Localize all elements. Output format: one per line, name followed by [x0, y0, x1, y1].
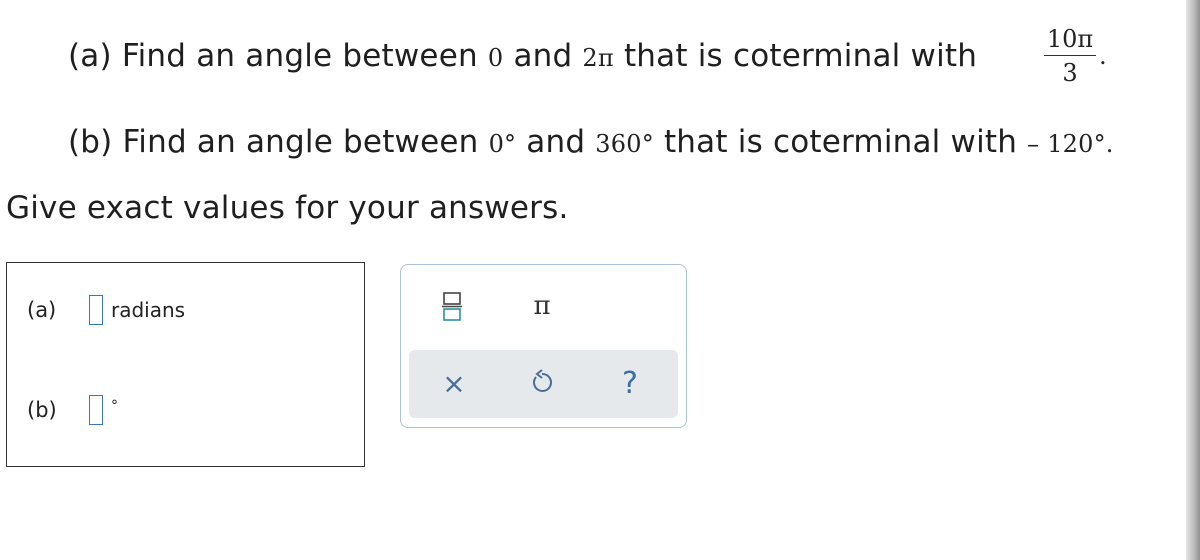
part-a-prefix: (a) Find an angle between	[68, 38, 478, 74]
math-toolbar: π × ?	[400, 264, 687, 428]
fraction-period: .	[1099, 42, 1107, 70]
part-b-value: – 120°.	[1027, 130, 1114, 158]
pi-button[interactable]: π	[517, 283, 567, 329]
answer-input-a[interactable]	[89, 295, 103, 325]
fraction-numerator: 10π	[1046, 25, 1094, 53]
answer-input-b[interactable]	[89, 395, 103, 425]
question-part-a: (a) Find an angle between 0 and 2π that …	[68, 38, 977, 74]
undo-button[interactable]	[517, 360, 567, 406]
part-b-suffix: that is coterminal with	[663, 124, 1018, 160]
part-b-prefix: (b) Find an angle between	[68, 124, 479, 160]
clear-button[interactable]: ×	[429, 360, 479, 406]
instruction-text: Give exact values for your answers.	[6, 190, 569, 226]
pi-icon: π	[533, 291, 551, 321]
part-b-high: 360°	[595, 130, 654, 158]
coterminal-fraction: 10π 3	[1042, 25, 1098, 87]
answer-box: (a) radians (b) °	[6, 262, 365, 467]
help-icon: ?	[622, 365, 638, 401]
question-part-b: (b) Find an angle between 0° and 360° th…	[68, 124, 1114, 160]
undo-icon	[533, 369, 552, 392]
answer-unit-b: °	[111, 398, 118, 414]
part-b-low: 0°	[488, 130, 517, 158]
answer-unit-a: radians	[111, 298, 186, 322]
part-a-suffix: that is coterminal with	[623, 38, 978, 74]
part-a-low: 0	[487, 44, 504, 72]
fraction-icon	[442, 292, 462, 321]
answer-label-b: (b)	[27, 398, 57, 422]
toolbar-action-strip: × ?	[409, 350, 678, 418]
window-edge	[1186, 0, 1200, 560]
part-a-high: 2π	[582, 44, 614, 72]
clear-icon: ×	[442, 366, 466, 400]
fraction-bar	[1044, 55, 1096, 56]
part-a-and: and	[513, 38, 573, 74]
answer-label-a: (a)	[27, 298, 57, 322]
answer-row-a: (a) radians	[27, 295, 185, 325]
answer-row-b: (b) °	[27, 395, 118, 425]
part-b-and: and	[526, 124, 586, 160]
help-button[interactable]: ?	[605, 360, 655, 406]
fraction-denominator: 3	[1062, 59, 1078, 87]
fraction-button[interactable]	[427, 283, 477, 329]
